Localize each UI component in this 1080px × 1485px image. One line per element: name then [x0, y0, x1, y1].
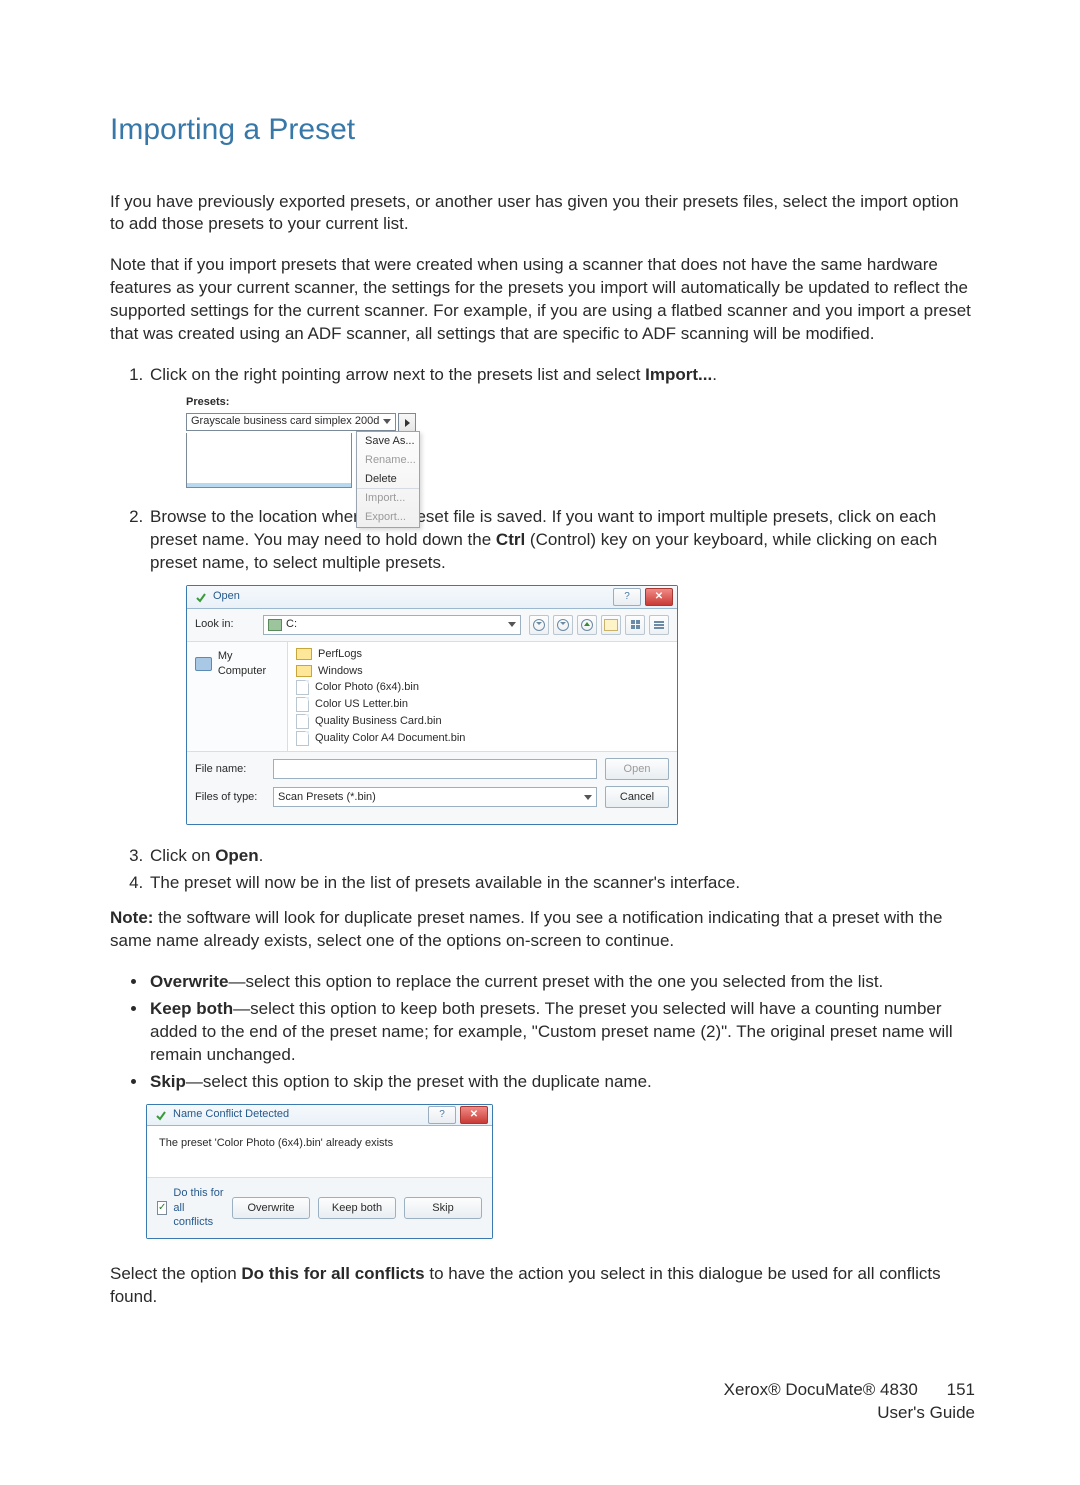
overwrite-button[interactable]: Overwrite [232, 1197, 310, 1219]
open-button[interactable]: Open [605, 758, 669, 780]
chevron-down-icon [584, 795, 592, 800]
file-name-label: File name: [195, 762, 265, 777]
screenshot-conflict-dialog: Name Conflict Detected ? ✕ The preset 'C… [146, 1104, 493, 1239]
look-in-dropdown[interactable]: C: [263, 615, 521, 635]
final-paragraph: Select the option Do this for all confli… [110, 1263, 975, 1309]
bullet-skip: Skip—select this option to skip the pres… [148, 1071, 975, 1094]
files-of-type-select[interactable]: Scan Presets (*.bin) [273, 787, 597, 807]
conflict-dialog-titlebar: Name Conflict Detected ? ✕ [147, 1105, 492, 1126]
intro-paragraph: If you have previously exported presets,… [110, 191, 975, 237]
file-icon [296, 731, 309, 746]
computer-icon [195, 657, 212, 671]
cancel-button[interactable]: Cancel [605, 786, 669, 808]
nav-forward-button[interactable] [553, 615, 573, 635]
menu-rename[interactable]: Rename... [357, 451, 419, 470]
duplicate-note: Note: the software will look for duplica… [110, 907, 975, 953]
presets-list-panel [186, 433, 352, 488]
look-in-label: Look in: [195, 617, 255, 632]
list-item[interactable]: Color US Letter.bin [296, 696, 669, 713]
file-icon [296, 680, 309, 695]
list-item[interactable]: Windows [296, 663, 669, 680]
folder-icon [296, 648, 312, 660]
list-item[interactable]: Quality Business Card.bin [296, 713, 669, 730]
view-grid-button[interactable] [625, 615, 645, 635]
presets-label: Presets: [186, 395, 416, 410]
new-folder-button[interactable] [601, 615, 621, 635]
file-icon [296, 697, 309, 712]
menu-save-as[interactable]: Save As... [357, 432, 419, 451]
menu-export[interactable]: Export... [357, 508, 419, 527]
keep-both-button[interactable]: Keep both [318, 1197, 396, 1219]
checkbox-icon: ✓ [157, 1201, 167, 1215]
help-button[interactable]: ? [428, 1106, 456, 1124]
dialog-icon [195, 591, 207, 603]
import-note-paragraph: Note that if you import presets that wer… [110, 254, 975, 346]
footer-product: Xerox® DocuMate® 4830 [724, 1380, 918, 1399]
presets-dropdown[interactable]: Grayscale business card simplex 200d [186, 413, 396, 431]
drive-icon [268, 619, 282, 631]
skip-button[interactable]: Skip [404, 1197, 482, 1219]
nav-up-button[interactable] [577, 615, 597, 635]
bullet-overwrite: Overwrite—select this option to replace … [148, 971, 975, 994]
do-this-for-all-checkbox[interactable]: ✓ Do this for all conflicts [157, 1186, 224, 1231]
screenshot-presets-flyout: Presets: Grayscale business card simplex… [186, 395, 416, 488]
presets-flyout-button[interactable] [398, 413, 416, 433]
dialog-icon [155, 1109, 167, 1121]
close-button[interactable]: ✕ [645, 588, 673, 606]
chevron-down-icon [383, 419, 391, 424]
footer-guide: User's Guide [877, 1403, 975, 1422]
toolbar-buttons [529, 615, 669, 635]
file-icon [296, 714, 309, 729]
bullet-keep-both: Keep both—select this option to keep bot… [148, 998, 975, 1067]
list-item[interactable]: Color Photo (6x4).bin [296, 679, 669, 696]
conflict-options-list: Overwrite—select this option to replace … [110, 971, 975, 1094]
file-list: PerfLogs Windows Color Photo (6x4).bin C… [288, 642, 677, 752]
steps-list: Click on the right pointing arrow next t… [110, 364, 975, 895]
place-my-computer[interactable]: My Computer [187, 646, 287, 682]
page-heading: Importing a Preset [110, 110, 975, 151]
nav-back-button[interactable] [529, 615, 549, 635]
step-4: The preset will now be in the list of pr… [148, 872, 975, 895]
chevron-down-icon [508, 622, 516, 627]
places-sidebar: My Computer [187, 642, 288, 752]
list-item[interactable]: PerfLogs [296, 646, 669, 663]
step-3: Click on Open. [148, 845, 975, 868]
files-of-type-label: Files of type: [195, 790, 265, 805]
folder-icon [296, 665, 312, 677]
open-dialog-titlebar: Open ? ✕ [187, 586, 677, 609]
menu-delete[interactable]: Delete [357, 470, 419, 489]
look-in-value: C: [286, 617, 297, 632]
conflict-dialog-title: Name Conflict Detected [173, 1107, 289, 1122]
conflict-message: The preset 'Color Photo (6x4).bin' alrea… [147, 1126, 492, 1177]
menu-import[interactable]: Import... [357, 488, 419, 508]
presets-selected-value: Grayscale business card simplex 200d [191, 414, 379, 429]
help-button[interactable]: ? [613, 588, 641, 606]
list-item[interactable]: Quality Color A4 Document.bin [296, 730, 669, 747]
presets-flyout-menu: Save As... Rename... Delete Import... Ex… [356, 431, 420, 528]
chevron-right-icon [405, 419, 410, 427]
view-list-button[interactable] [649, 615, 669, 635]
close-button[interactable]: ✕ [460, 1106, 488, 1124]
step-2: Browse to the location where the preset … [148, 506, 975, 826]
footer-page-number: 151 [947, 1380, 975, 1399]
page-footer: Xerox® DocuMate® 4830 151 User's Guide [110, 1379, 975, 1425]
step-1: Click on the right pointing arrow next t… [148, 364, 975, 488]
screenshot-open-dialog: Open ? ✕ Look in: C: [186, 585, 678, 826]
open-dialog-title: Open [213, 589, 240, 604]
file-name-input[interactable] [273, 759, 597, 779]
